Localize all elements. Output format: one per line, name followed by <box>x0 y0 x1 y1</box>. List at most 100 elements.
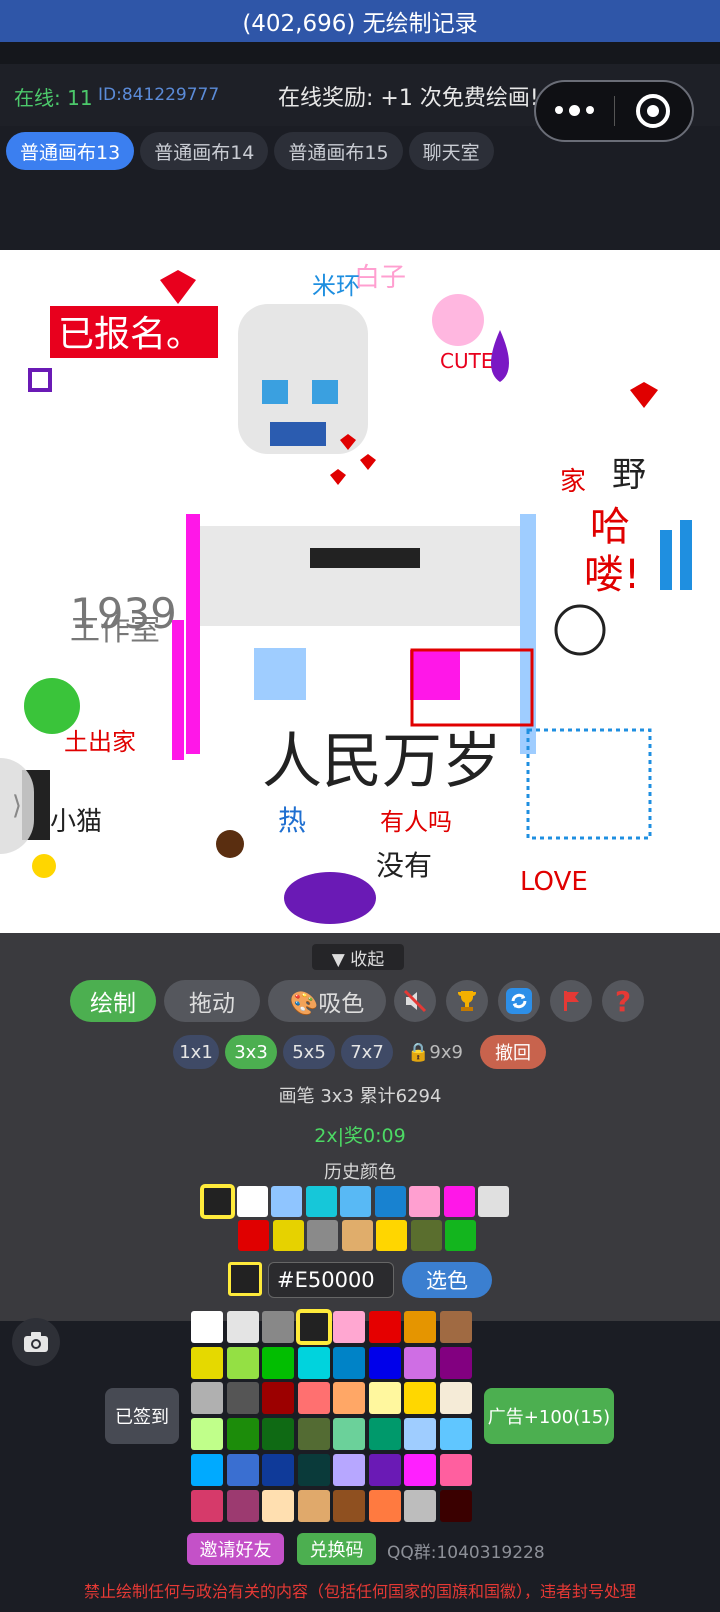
size-1x1-button[interactable]: 1x1 <box>173 1035 219 1069</box>
palette-color-swatch[interactable] <box>333 1346 365 1379</box>
tab-canvas-15[interactable]: 普通画布15 <box>274 132 403 170</box>
watch-ad-button[interactable]: 广告+100(15) <box>484 1388 614 1444</box>
tab-chat-room[interactable]: 聊天室 <box>408 132 494 170</box>
palette-color-swatch[interactable] <box>297 1453 330 1486</box>
palette-color-swatch[interactable] <box>404 1382 436 1415</box>
palette-color-swatch[interactable] <box>191 1311 223 1343</box>
history-color-swatch[interactable] <box>409 1186 440 1217</box>
undo-button[interactable]: 撤回 <box>480 1035 546 1069</box>
history-color-swatch[interactable] <box>376 1220 407 1251</box>
pixel-canvas[interactable]: 已报名。 CUTE 1939 工作室 哈 喽! 人民万岁 土出家 小猫 热 有人… <box>0 250 720 933</box>
palette-color-swatch[interactable] <box>226 1489 259 1522</box>
palette-color-swatch[interactable] <box>191 1418 223 1451</box>
palette-color-swatch[interactable] <box>368 1311 401 1343</box>
canvas-text: CUTE <box>440 349 493 373</box>
palette-color-swatch[interactable] <box>191 1489 223 1522</box>
palette-color-swatch[interactable] <box>226 1382 259 1415</box>
report-button[interactable] <box>550 980 592 1022</box>
draw-mode-button[interactable]: 绘制 <box>70 980 156 1022</box>
palette-color-swatch[interactable] <box>297 1382 330 1415</box>
palette-color-swatch[interactable] <box>262 1311 294 1343</box>
palette-color-swatch[interactable] <box>439 1311 472 1343</box>
palette-color-swatch[interactable] <box>333 1489 365 1522</box>
refresh-button[interactable] <box>498 980 540 1022</box>
qq-group-text: QQ群:1040319228 <box>387 1543 545 1563</box>
history-color-swatch[interactable] <box>271 1186 302 1217</box>
palette-color-swatch[interactable] <box>262 1418 294 1451</box>
palette-color-swatch[interactable] <box>262 1382 294 1415</box>
palette-color-swatch[interactable] <box>368 1346 401 1379</box>
help-button[interactable]: ? <box>602 980 644 1022</box>
palette-color-swatch[interactable] <box>368 1453 401 1486</box>
drag-mode-button[interactable]: 拖动 <box>164 980 260 1022</box>
history-color-swatch[interactable] <box>410 1220 442 1251</box>
palette-color-swatch[interactable] <box>368 1382 401 1415</box>
palette-color-swatch[interactable] <box>297 1346 330 1379</box>
palette-color-swatch[interactable] <box>226 1311 259 1343</box>
palette-color-swatch[interactable] <box>262 1489 294 1522</box>
leaderboard-button[interactable] <box>446 980 488 1022</box>
palette-color-swatch[interactable] <box>368 1418 401 1451</box>
eyedropper-button[interactable]: 🎨吸色 <box>268 980 386 1022</box>
palette-color-swatch[interactable] <box>333 1382 365 1415</box>
palette-color-swatch[interactable] <box>262 1453 294 1486</box>
palette-color-swatch[interactable] <box>439 1489 472 1522</box>
close-miniprogram-button[interactable] <box>615 94 693 128</box>
canvas-tabs: 普通画布13 普通画布14 普通画布15 聊天室 <box>6 132 494 172</box>
palette-color-swatch[interactable] <box>439 1346 472 1379</box>
tab-canvas-14[interactable]: 普通画布14 <box>140 132 269 170</box>
palette-color-swatch[interactable] <box>226 1453 259 1486</box>
history-color-swatch[interactable] <box>374 1186 406 1217</box>
palette-color-swatch[interactable] <box>191 1453 223 1486</box>
history-color-swatch[interactable] <box>443 1186 475 1217</box>
size-7x7-button[interactable]: 7x7 <box>341 1035 393 1069</box>
palette-color-swatch[interactable] <box>226 1418 259 1451</box>
screenshot-button[interactable] <box>12 1318 60 1366</box>
palette-color-swatch[interactable] <box>439 1382 472 1415</box>
palette-color-swatch[interactable] <box>404 1346 436 1379</box>
history-color-swatch[interactable] <box>307 1220 338 1251</box>
tab-canvas-13[interactable]: 普通画布13 <box>6 132 135 170</box>
invite-friends-button[interactable]: 邀请好友 <box>187 1533 284 1565</box>
palette-color-swatch[interactable] <box>297 1489 330 1522</box>
palette-color-swatch[interactable] <box>191 1382 223 1415</box>
palette-color-swatch[interactable] <box>368 1489 401 1522</box>
history-color-swatch[interactable] <box>200 1184 235 1219</box>
hex-color-input[interactable]: #E50000 <box>268 1262 394 1298</box>
more-menu-button[interactable] <box>536 105 614 116</box>
redeem-code-button[interactable]: 兑换码 <box>297 1533 376 1565</box>
palette-color-swatch[interactable] <box>297 1418 330 1451</box>
history-color-swatch[interactable] <box>341 1220 373 1251</box>
palette-color-swatch[interactable] <box>404 1489 436 1522</box>
canvas-text: 人民万岁 <box>262 727 502 797</box>
signed-in-button[interactable]: 已签到 <box>105 1388 179 1444</box>
palette-color-swatch[interactable] <box>439 1418 472 1451</box>
history-color-swatch[interactable] <box>445 1220 476 1251</box>
palette-color-swatch[interactable] <box>404 1311 436 1343</box>
palette-color-swatch[interactable] <box>262 1346 294 1379</box>
collapse-button[interactable]: ▼ 收起 <box>312 944 404 970</box>
palette-color-swatch[interactable] <box>333 1311 365 1343</box>
history-color-swatch[interactable] <box>236 1186 268 1217</box>
palette-color-swatch[interactable] <box>191 1346 223 1379</box>
palette-color-swatch[interactable] <box>226 1346 259 1379</box>
mute-button[interactable] <box>394 980 436 1022</box>
history-color-swatch[interactable] <box>305 1186 337 1217</box>
history-color-swatch[interactable] <box>340 1186 371 1217</box>
palette-color-swatch[interactable] <box>295 1309 332 1345</box>
canvas-text: LOVE <box>520 867 588 897</box>
history-color-swatch[interactable] <box>272 1220 304 1251</box>
size-3x3-button[interactable]: 3x3 <box>225 1035 277 1069</box>
palette-color-swatch[interactable] <box>333 1418 365 1451</box>
palette-color-swatch[interactable] <box>404 1418 436 1451</box>
bonus-timer: 2x|奖0:09 <box>314 1125 406 1147</box>
history-color-swatch[interactable] <box>238 1220 269 1251</box>
header-divider <box>0 42 720 64</box>
palette-color-swatch[interactable] <box>439 1453 472 1486</box>
palette-color-swatch[interactable] <box>404 1453 436 1486</box>
size-5x5-button[interactable]: 5x5 <box>283 1035 335 1069</box>
history-color-swatch[interactable] <box>478 1186 509 1217</box>
pick-color-button[interactable]: 选色 <box>402 1262 492 1298</box>
palette-color-swatch[interactable] <box>333 1453 365 1486</box>
more-dot-icon <box>555 106 564 114</box>
